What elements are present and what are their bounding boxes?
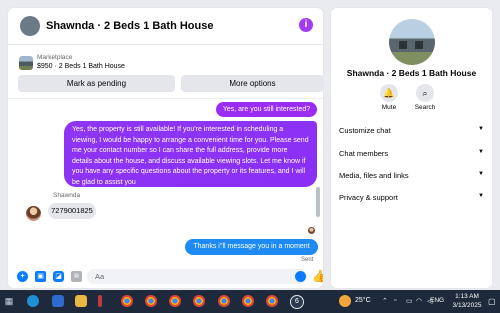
chevron-down-icon: ▼ [478, 126, 484, 132]
chevron-up-icon[interactable]: ⌃ [382, 297, 388, 305]
app-icon[interactable] [98, 295, 102, 307]
windows-taskbar: ▦ 6 25°C ⌃ ▫ ▭ ◠ ◁ ENG 1:13 AM 3/13/2025… [0, 290, 500, 313]
marketplace-listing: Marketplace $950 · 2 Beds 1 Bath House M… [8, 45, 323, 97]
message-thread: Yes, are you still interested? Yes, the … [8, 98, 323, 265]
message-input[interactable] [87, 269, 307, 284]
sticker-icon[interactable]: ◪ [53, 271, 64, 282]
listing-thumbnail[interactable] [19, 56, 33, 70]
search-button[interactable]: ⌕ Search [410, 84, 440, 111]
chrome-icon[interactable] [193, 295, 205, 307]
house-window-icon [399, 41, 407, 49]
chevron-down-icon: ▼ [478, 193, 484, 199]
chat-panel: Shawnda · 2 Beds 1 Bath House i Marketpl… [8, 8, 323, 288]
chrome-icon[interactable] [121, 295, 133, 307]
gif-icon[interactable]: ▤ [71, 271, 82, 282]
chevron-down-icon: ▼ [478, 149, 484, 155]
profile-avatar[interactable] [389, 19, 435, 65]
thread-scrollbar[interactable] [316, 187, 320, 217]
more-options-button[interactable]: More options [181, 75, 323, 92]
profile-name: Shawnda · 2 Beds 1 Bath House [346, 68, 477, 78]
camera-icon[interactable]: ▫ [394, 297, 396, 304]
marketplace-label: Marketplace [37, 54, 73, 61]
chevron-down-icon: ▼ [478, 171, 484, 177]
incoming-message[interactable]: 7279001825 [48, 203, 96, 219]
notification-icon[interactable]: ▢ [488, 297, 496, 306]
chrome-icon[interactable] [169, 295, 181, 307]
chat-members-section[interactable]: Chat members ▼ [339, 149, 484, 158]
sender-name: Shawnda [53, 192, 81, 199]
language-indicator[interactable]: ENG [430, 297, 444, 304]
bell-icon: 🔔 [380, 84, 398, 102]
clock-time[interactable]: 1:13 AM [449, 293, 485, 300]
chrome-icon[interactable] [242, 295, 254, 307]
seen-indicator-avatar [308, 227, 315, 234]
folder-icon[interactable] [75, 295, 87, 307]
outgoing-message[interactable]: Thanks i''ll message you in a moment [185, 239, 318, 255]
chrome-icon[interactable] [266, 295, 278, 307]
message-composer: + ▣ ◪ ▤ 👍 [8, 265, 323, 288]
section-label: Customize chat [339, 126, 391, 135]
chat-header: Shawnda · 2 Beds 1 Bath House i [8, 8, 323, 45]
mute-button[interactable]: 🔔 Mute [374, 84, 404, 111]
emoji-icon[interactable] [295, 271, 306, 282]
section-label: Media, files and links [339, 171, 409, 180]
section-label: Privacy & support [339, 193, 398, 202]
sender-avatar[interactable] [26, 206, 41, 221]
chrome-icon[interactable] [145, 295, 157, 307]
info-icon[interactable]: i [299, 18, 313, 32]
app-circle-icon[interactable]: 6 [290, 295, 304, 309]
like-icon[interactable]: 👍 [312, 269, 323, 283]
image-icon[interactable]: ▣ [35, 271, 46, 282]
customize-chat-section[interactable]: Customize chat ▼ [339, 126, 484, 135]
message-status: Sent [301, 257, 314, 263]
edge-icon[interactable] [27, 295, 39, 307]
temperature[interactable]: 25°C [355, 297, 371, 304]
media-files-links-section[interactable]: Media, files and links ▼ [339, 171, 484, 180]
file-explorer-icon[interactable] [52, 295, 64, 307]
chat-title[interactable]: Shawnda · 2 Beds 1 Bath House [46, 20, 213, 32]
privacy-support-section[interactable]: Privacy & support ▼ [339, 193, 484, 202]
profile-panel: Shawnda · 2 Beds 1 Bath House 🔔 Mute ⌕ S… [331, 8, 492, 288]
search-icon: ⌕ [416, 84, 434, 102]
outgoing-message[interactable]: Yes, the property is still available! If… [64, 121, 317, 187]
search-label: Search [414, 104, 436, 111]
battery-icon[interactable]: ▭ [406, 297, 413, 305]
outgoing-message[interactable]: Yes, are you still interested? [216, 102, 317, 117]
mark-as-pending-button[interactable]: Mark as pending [18, 75, 175, 92]
plus-icon[interactable]: + [17, 271, 28, 282]
clock-date[interactable]: 3/13/2025 [449, 302, 485, 309]
weather-icon[interactable] [339, 295, 351, 307]
listing-price-title[interactable]: $950 · 2 Beds 1 Bath House [37, 63, 125, 70]
house-window-icon [415, 41, 423, 49]
mute-label: Mute [381, 104, 397, 111]
chat-avatar[interactable] [20, 16, 40, 36]
widgets-icon[interactable]: ▦ [3, 295, 15, 307]
chrome-icon[interactable] [218, 295, 230, 307]
section-label: Chat members [339, 149, 389, 158]
wifi-icon[interactable]: ◠ [416, 297, 422, 305]
messenger-app: Shawnda · 2 Beds 1 Bath House i Marketpl… [0, 0, 500, 290]
